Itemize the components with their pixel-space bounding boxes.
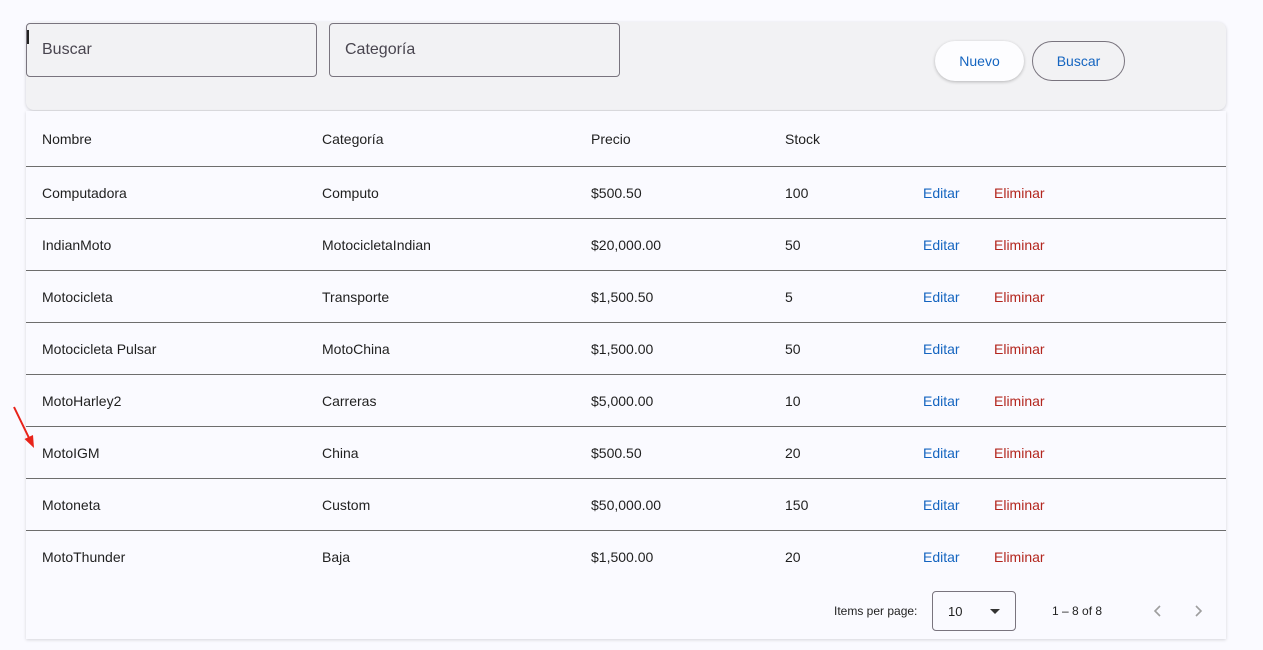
cell-nombre: MotoThunder [42, 548, 126, 565]
table-row: Motoneta Custom $50,000.00 150 Editar Elimina… [26, 479, 1226, 531]
chevron-left-icon [1153, 605, 1161, 617]
delete-link[interactable]: Eliminar [994, 427, 1045, 478]
cell-categoria: MotocicletaIndian [322, 236, 431, 253]
filter-panel: Nuevo Buscar [26, 22, 1226, 110]
table-row: MotoThunder Baja $1,500.00 20 Editar Eliminar [26, 531, 1226, 582]
column-header-categoria: Categoría [322, 130, 384, 147]
column-header-nombre: Nombre [42, 130, 92, 147]
edit-link[interactable]: Editar [923, 531, 960, 582]
cell-precio: $1,500.00 [591, 548, 654, 565]
items-per-page-label: Items per page: [834, 604, 918, 618]
cell-categoria: Carreras [322, 392, 377, 409]
cell-nombre: MotoHarley2 [42, 392, 122, 409]
cell-precio: $20,000.00 [591, 236, 662, 253]
column-header-stock: Stock [785, 130, 821, 147]
page-size-value: 10 [948, 603, 963, 619]
cell-precio: $1,500.50 [591, 288, 654, 305]
delete-link[interactable]: Eliminar [994, 323, 1045, 374]
edit-link[interactable]: Editar [923, 427, 960, 478]
cell-precio: $50,000.00 [591, 496, 662, 513]
category-input[interactable] [345, 41, 619, 59]
cell-nombre: Motocicleta Pulsar [42, 340, 157, 357]
cell-stock: 150 [785, 496, 809, 513]
cell-stock: 5 [785, 288, 793, 305]
cell-nombre: MotoIGM [42, 444, 100, 461]
next-page-button[interactable] [1184, 597, 1212, 625]
table-row: Computadora Computo $500.50 100 Editar Elimin… [26, 167, 1226, 219]
cell-nombre: Computadora [42, 184, 127, 201]
cell-precio: $1,500.00 [591, 340, 654, 357]
cell-nombre: Motoneta [42, 496, 101, 513]
search-input[interactable] [42, 41, 316, 59]
cell-stock: 50 [785, 340, 801, 357]
cell-stock: 100 [785, 184, 809, 201]
cell-nombre: Motocicleta [42, 288, 113, 305]
delete-link[interactable]: Eliminar [994, 167, 1045, 218]
new-button[interactable]: Nuevo [935, 41, 1024, 81]
delete-link[interactable]: Eliminar [994, 531, 1045, 582]
edit-link[interactable]: Editar [923, 271, 960, 322]
cell-stock: 10 [785, 392, 801, 409]
page-range-label: 1 – 8 of 8 [1052, 604, 1103, 618]
paginator: Items per page: 10 1 – 8 of 8 [26, 583, 1226, 639]
edit-link[interactable]: Editar [923, 167, 960, 218]
text-cursor [27, 30, 29, 44]
cell-categoria: Baja [322, 548, 351, 565]
cell-categoria: China [322, 444, 359, 461]
table-row: Motocicleta Transporte $1,500.50 5 Editar Eli… [26, 271, 1226, 323]
edit-link[interactable]: Editar [923, 479, 960, 530]
table-body: Computadora Computo $500.50 100 Editar Elimin… [26, 167, 1226, 582]
category-field[interactable] [329, 23, 620, 77]
delete-link[interactable]: Eliminar [994, 271, 1045, 322]
edit-link[interactable]: Editar [923, 375, 960, 426]
product-list-page: Nuevo Buscar Nombre Categoría Precio Sto… [0, 0, 1263, 650]
chevron-down-icon [990, 609, 1000, 614]
cell-stock: 20 [785, 444, 801, 461]
previous-page-button[interactable] [1144, 597, 1172, 625]
search-field[interactable] [26, 23, 317, 77]
cell-categoria: Custom [322, 496, 371, 513]
cell-stock: 50 [785, 236, 801, 253]
table-row: Motocicleta Pulsar MotoChina $1,500.00 50 Ed… [26, 323, 1226, 375]
edit-link[interactable]: Editar [923, 323, 960, 374]
table-row: MotoHarley2 Carreras $5,000.00 10 Editar Elim… [26, 375, 1226, 427]
cell-nombre: IndianMoto [42, 236, 112, 253]
table-row: MotoIGM China $500.50 20 Editar Eliminar [26, 427, 1226, 479]
cell-precio: $500.50 [591, 444, 642, 461]
cell-stock: 20 [785, 548, 801, 565]
search-button[interactable]: Buscar [1032, 41, 1125, 81]
cell-categoria: MotoChina [322, 340, 390, 357]
cell-categoria: Transporte [322, 288, 390, 305]
delete-link[interactable]: Eliminar [994, 479, 1045, 530]
cell-categoria: Computo [322, 184, 379, 201]
table-row: IndianMoto MotocicletaIndian $20,000.00 50 E… [26, 219, 1226, 271]
delete-link[interactable]: Eliminar [994, 219, 1045, 270]
products-table: Nombre Categoría Precio Stock Computador… [26, 111, 1226, 639]
delete-link[interactable]: Eliminar [994, 375, 1045, 426]
chevron-right-icon [1195, 605, 1203, 617]
column-header-precio: Precio [591, 130, 631, 147]
cell-precio: $5,000.00 [591, 392, 654, 409]
page-size-select[interactable]: 10 [932, 591, 1016, 631]
edit-link[interactable]: Editar [923, 219, 960, 270]
cell-precio: $500.50 [591, 184, 642, 201]
table-header: Nombre Categoría Precio Stock [26, 111, 1226, 167]
